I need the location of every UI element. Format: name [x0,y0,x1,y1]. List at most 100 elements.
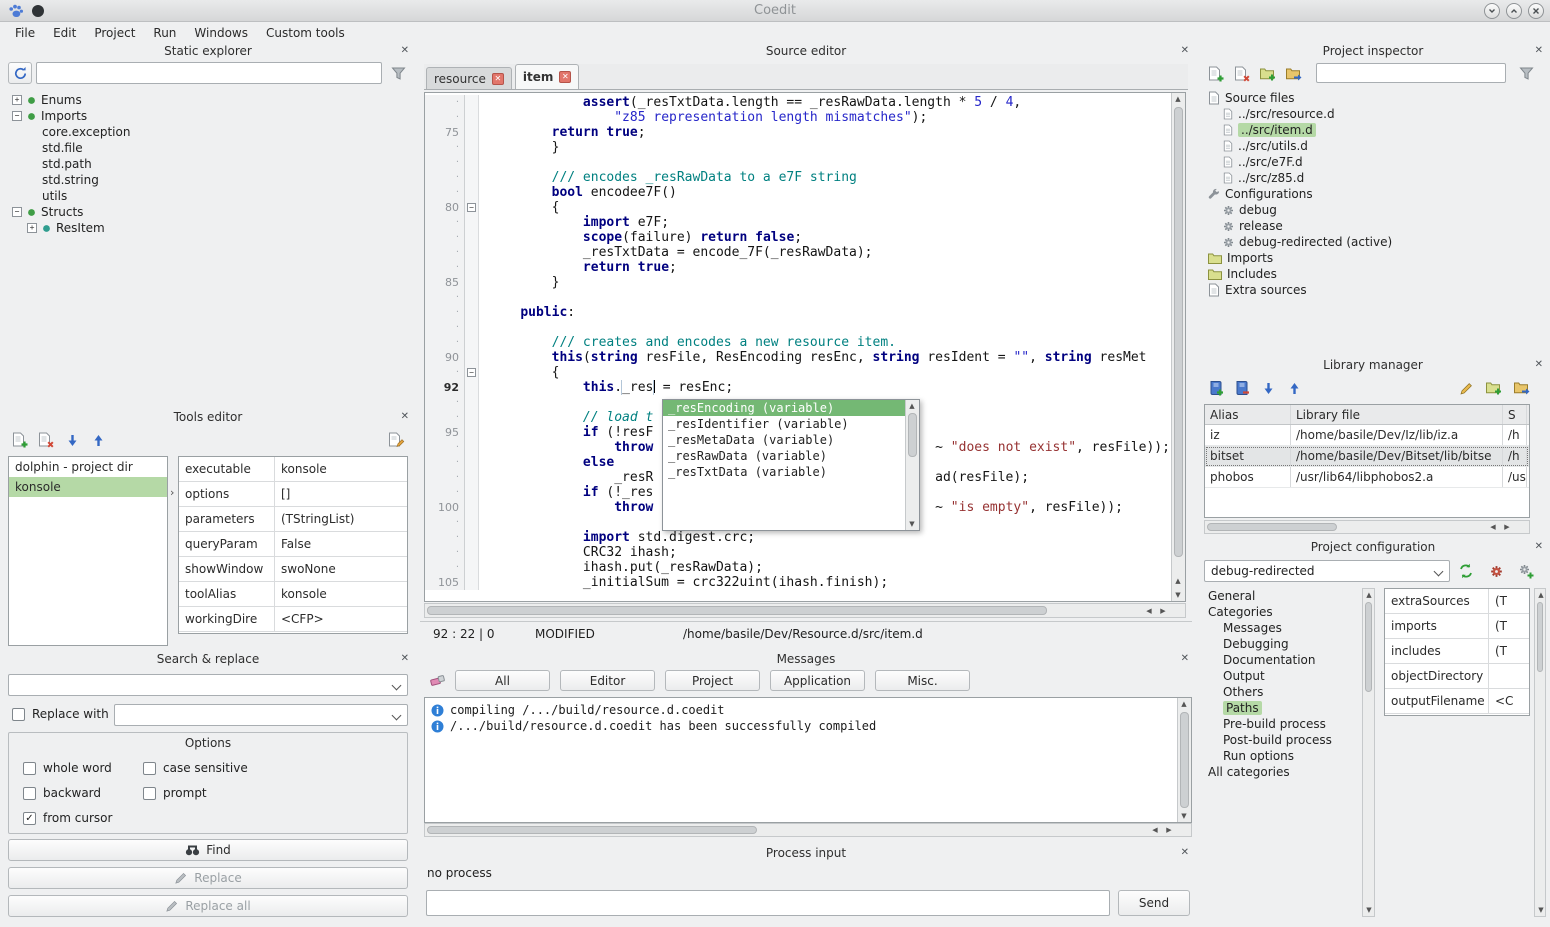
sync-configurations-button[interactable] [1454,559,1478,583]
properties-vertical-scrollbar[interactable]: ▲ ▼ [1534,588,1546,917]
tree-item-utils[interactable]: +utils [8,188,408,204]
close-button[interactable] [1528,3,1544,19]
close-icon[interactable]: ✕ [1535,541,1543,552]
tree-item-post-build-process[interactable]: Post-build process [1204,732,1358,748]
messages-horizontal-scrollbar[interactable]: ◀ ▶ [424,823,1192,837]
library-row-phobos[interactable]: phobos/usr/lib64/libphobos2.a/us [1205,467,1529,488]
filter-project-button[interactable]: Project [665,670,760,691]
tree-item-extra-sources[interactable]: Extra sources [1204,282,1542,298]
menu-windows[interactable]: Windows [185,24,257,42]
property-row-imports[interactable]: imports(T [1385,614,1529,639]
close-icon[interactable]: ✕ [1535,45,1543,56]
tree-item-src-utils-d[interactable]: ../src/utils.d [1204,138,1542,154]
scrollbar-thumb[interactable] [1537,602,1543,672]
menu-run[interactable]: Run [144,24,185,42]
inspector-filter-input[interactable] [1316,63,1506,83]
tree-item-debug-redirected-active[interactable]: debug-redirected (active) [1204,234,1542,250]
search-term-combo[interactable] [8,674,408,696]
add-folder-button[interactable] [1256,62,1280,86]
scrollbar-thumb[interactable] [908,413,917,457]
tree-item-source-files[interactable]: Source files [1204,90,1542,106]
option-prompt[interactable]: prompt [143,786,397,800]
tree-item-configurations[interactable]: Configurations [1204,186,1542,202]
tree-item-all-categories[interactable]: All categories [1204,764,1358,780]
completion-item-restxtdata-variable[interactable]: _resTxtData (variable) [663,464,905,480]
move-library-down-button[interactable] [1256,376,1280,400]
open-folder-button[interactable] [1282,62,1306,86]
tree-item-release[interactable]: release [1204,218,1542,234]
option-backward[interactable]: backward [23,786,143,800]
property-row-options[interactable]: options[] [179,482,407,507]
add-tool-button[interactable] [8,428,32,452]
add-library-button[interactable] [1204,376,1228,400]
tree-item-pre-build-process[interactable]: Pre-build process [1204,716,1358,732]
completion-item-residentifier-variable[interactable]: _resIdentifier (variable) [663,416,905,432]
move-tool-down-button[interactable] [60,428,84,452]
scroll-right-icon[interactable]: ▶ [1163,824,1175,836]
edit-tool-button[interactable] [384,428,408,452]
scroll-down-icon[interactable]: ▼ [906,518,918,530]
library-row-iz[interactable]: iz/home/basile/Dev/Iz/lib/iz.a/h [1205,425,1529,446]
add-source-button[interactable] [1204,62,1228,86]
configuration-combo[interactable]: debug-redirected [1204,560,1450,582]
close-icon[interactable]: ✕ [1181,45,1189,56]
tree-item-structs[interactable]: −Structs [8,204,408,220]
tree-item-src-item-d[interactable]: ../src/item.d [1204,122,1542,138]
scroll-up-icon[interactable]: ▲ [1363,589,1375,601]
completion-scrollbar[interactable]: ▲ ▼ [905,400,919,530]
remove-source-button[interactable] [1230,62,1254,86]
completion-item-resmetadata-variable[interactable]: _resMetaData (variable) [663,432,905,448]
tree-item-enums[interactable]: +Enums [8,92,408,108]
clear-messages-icon[interactable] [426,668,450,692]
menu-project[interactable]: Project [85,24,144,42]
menu-custom-tools[interactable]: Custom tools [257,24,354,42]
close-icon[interactable]: ✕ [1535,359,1543,370]
filter-application-button[interactable]: Application [770,670,865,691]
maximize-button[interactable] [1506,3,1522,19]
fold-collapse-icon[interactable]: − [467,203,476,212]
refresh-button[interactable] [8,62,32,84]
scroll-left-icon[interactable]: ◀ [1143,605,1155,617]
tree-item-src-z85-d[interactable]: ../src/z85.d [1204,170,1542,186]
tree-item-imports[interactable]: −Imports [8,108,408,124]
scrollbar-thumb[interactable] [1174,107,1183,557]
tool-item-konsole[interactable]: konsole [9,477,167,497]
filter-icon[interactable] [386,61,410,85]
option-from-cursor[interactable]: ✓from cursor [23,811,143,825]
tree-item-imports[interactable]: Imports [1204,250,1542,266]
tab-close-icon[interactable]: ✕ [559,71,571,83]
property-row-toolalias[interactable]: toolAliaskonsole [179,582,407,607]
find-button[interactable]: Find [8,839,408,861]
replace-with-checkbox[interactable]: Replace with [12,707,109,721]
scroll-right-icon[interactable]: ▶ [1157,605,1169,617]
tab-item[interactable]: item✕ [515,64,580,89]
scroll-up-icon[interactable]: ▲ [906,400,918,412]
close-icon[interactable]: ✕ [401,653,409,664]
add-configuration-button[interactable] [1514,559,1538,583]
tree-item-resitem[interactable]: +ResItem [8,220,408,236]
property-row-outputfilename[interactable]: outputFilename<C [1385,689,1529,714]
close-icon[interactable]: ✕ [401,45,409,56]
scroll-up-icon[interactable]: ▲ [1535,589,1547,601]
scroll-up-icon[interactable]: ▲ [1172,93,1184,105]
option-case-sensitive[interactable]: case sensitive [143,761,397,775]
fold-collapse-icon[interactable]: − [467,368,476,377]
filter-all-button[interactable]: All [455,670,550,691]
remove-library-button[interactable] [1230,376,1254,400]
tree-item-categories[interactable]: Categories [1204,604,1358,620]
tool-item-dolphin-project-dir[interactable]: dolphin - project dir [9,457,167,477]
library-row-bitset[interactable]: bitset/home/basile/Dev/Bitset/lib/bitse/… [1205,446,1529,467]
tree-item-debugging[interactable]: Debugging [1204,636,1358,652]
tree-item-others[interactable]: Others [1204,684,1358,700]
scrollbar-thumb[interactable] [427,606,1047,615]
property-row-extrasources[interactable]: extraSources(T [1385,589,1529,614]
libraries-horizontal-scrollbar[interactable]: ◀ ▶ [1204,520,1530,534]
scrollbar-thumb[interactable] [427,826,757,834]
close-icon[interactable]: ✕ [401,411,409,422]
scroll-left-icon[interactable]: ◀ [1487,521,1499,533]
tree-item-core-exception[interactable]: +core.exception [8,124,408,140]
scroll-up-icon[interactable]: ▲ [1178,698,1190,710]
menu-edit[interactable]: Edit [44,24,85,42]
filter-misc-button[interactable]: Misc. [875,670,970,691]
option-whole-word[interactable]: whole word [23,761,143,775]
